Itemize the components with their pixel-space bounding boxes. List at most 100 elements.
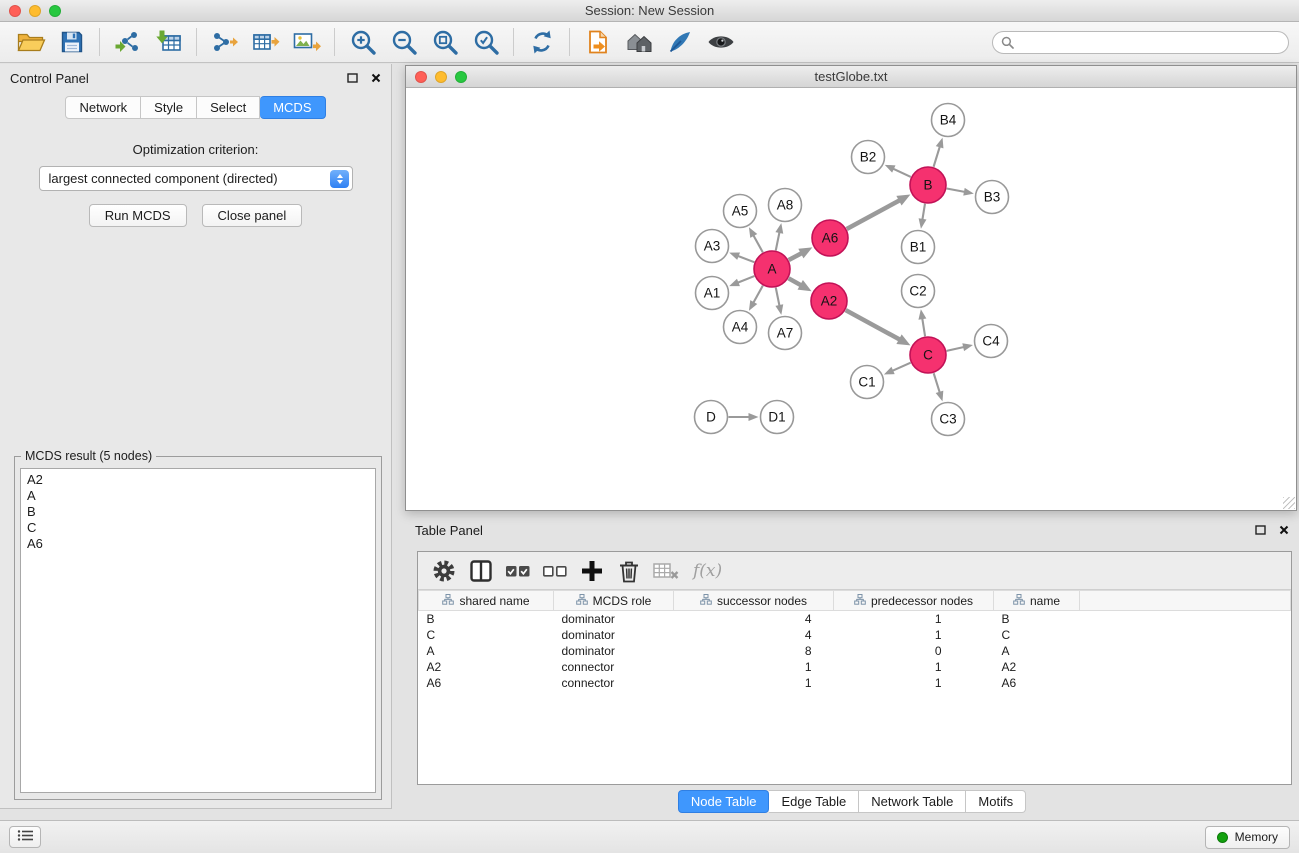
network-graph[interactable]: B4B2BB3A5A8A6B1A3AA1C2A2A4A7C4CC1C3DD1 [406,88,1296,510]
minimize-network-window-button[interactable] [435,71,447,83]
column-header-MCDS-role[interactable]: MCDS role [554,591,674,611]
close-panel-icon[interactable] [371,73,381,83]
search-input[interactable] [992,31,1289,54]
run-mcds-button[interactable]: Run MCDS [89,204,187,227]
import-network-icon[interactable] [107,25,148,59]
close-panel-button[interactable]: Close panel [202,204,303,227]
network-node-A8[interactable]: A8 [769,189,802,222]
memory-button[interactable]: Memory [1205,826,1290,849]
network-node-C4[interactable]: C4 [975,325,1008,358]
tab-network[interactable]: Network [65,96,141,119]
refresh-layout-icon[interactable] [521,25,562,59]
zoom-in-icon[interactable] [342,25,383,59]
optimization-criterion-dropdown[interactable]: largest connected component (directed) [39,166,353,191]
network-node-A5[interactable]: A5 [724,195,757,228]
close-network-window-button[interactable] [415,71,427,83]
tab-network-table[interactable]: Network Table [859,790,966,813]
export-image-icon[interactable] [286,25,327,59]
network-edge-C-C4[interactable] [947,347,966,351]
maximize-window-button[interactable] [49,5,61,17]
network-node-A3[interactable]: A3 [696,230,729,263]
table-row[interactable]: A2connector11A2 [419,659,1291,675]
export-network-icon[interactable] [204,25,245,59]
network-edge-B-B3[interactable] [947,189,966,193]
home-icon[interactable] [618,25,659,59]
table-row[interactable]: A6connector11A6 [419,675,1291,691]
delete-table-icon[interactable] [648,555,683,587]
network-node-A1[interactable]: A1 [696,277,729,310]
close-panel-icon[interactable] [1279,525,1289,535]
network-edge-A-A7[interactable] [776,288,780,307]
zoom-out-icon[interactable] [383,25,424,59]
table-row[interactable]: Cdominator41C [419,627,1291,643]
network-node-C2[interactable]: C2 [902,275,935,308]
column-header-name[interactable]: name [994,591,1080,611]
network-edge-B-B1[interactable] [922,204,925,221]
network-node-A6[interactable]: A6 [812,220,848,256]
close-window-button[interactable] [9,5,21,17]
columns-icon[interactable] [463,555,498,587]
network-edge-B-B2[interactable] [892,168,911,177]
network-edge-C-C3[interactable] [934,373,940,394]
table-row[interactable]: Adominator80A [419,643,1291,659]
mcds-result-item[interactable]: A6 [27,536,369,552]
network-node-B1[interactable]: B1 [902,231,935,264]
zoom-selected-icon[interactable] [465,25,506,59]
maximize-network-window-button[interactable] [455,71,467,83]
network-edge-A2-C[interactable] [846,310,901,340]
network-node-B2[interactable]: B2 [852,141,885,174]
network-edge-A-A8[interactable] [776,231,780,250]
tab-motifs[interactable]: Motifs [966,790,1026,813]
network-node-B3[interactable]: B3 [976,181,1009,214]
network-edge-A-A1[interactable] [737,276,755,283]
column-header-predecessor-nodes[interactable]: predecessor nodes [834,591,994,611]
network-node-B[interactable]: B [910,167,946,203]
import-table-icon[interactable] [148,25,189,59]
network-node-A4[interactable]: A4 [724,311,757,344]
network-edge-C-C2[interactable] [922,317,925,336]
network-node-B4[interactable]: B4 [932,104,965,137]
minimize-window-button[interactable] [29,5,41,17]
network-edge-A-A3[interactable] [737,255,755,262]
network-edge-C-C1[interactable] [891,363,910,372]
tab-edge-table[interactable]: Edge Table [769,790,859,813]
resize-grip[interactable] [1283,497,1295,509]
network-edge-A6-B[interactable] [847,200,901,229]
float-panel-icon[interactable] [347,73,358,83]
network-canvas[interactable]: B4B2BB3A5A8A6B1A3AA1C2A2A4A7C4CC1C3DD1 [406,88,1296,510]
column-header-successor-nodes[interactable]: successor nodes [674,591,834,611]
save-icon[interactable] [51,25,92,59]
select-all-icon[interactable] [500,555,535,587]
function-builder-button[interactable]: f(x) [693,561,722,581]
network-node-A2[interactable]: A2 [811,283,847,319]
export-table-icon[interactable] [245,25,286,59]
network-edge-A-A2[interactable] [789,278,802,286]
network-node-A[interactable]: A [754,251,790,287]
delete-icon[interactable] [611,555,646,587]
network-edge-A-A5[interactable] [753,234,763,252]
network-edge-A-A4[interactable] [753,286,763,304]
network-node-D[interactable]: D [695,401,728,434]
tab-node-table[interactable]: Node Table [678,790,770,813]
column-header-shared-name[interactable]: shared name [419,591,554,611]
mcds-result-item[interactable]: A [27,488,369,504]
zoom-fit-icon[interactable] [424,25,465,59]
tab-select[interactable]: Select [197,96,260,119]
table-row[interactable]: Bdominator41B [419,611,1291,627]
open-file-icon[interactable] [10,25,51,59]
console-menu-button[interactable] [9,826,41,848]
network-node-A7[interactable]: A7 [769,317,802,350]
network-node-C[interactable]: C [910,337,946,373]
mcds-result-item[interactable]: B [27,504,369,520]
tab-mcds[interactable]: MCDS [260,96,325,119]
network-edge-B-B4[interactable] [934,145,941,167]
mcds-result-item[interactable]: C [27,520,369,536]
gear-icon[interactable] [426,555,461,587]
report-icon[interactable] [577,25,618,59]
network-node-D1[interactable]: D1 [761,401,794,434]
network-node-C1[interactable]: C1 [851,366,884,399]
network-edge-A-A6[interactable] [789,253,803,260]
add-icon[interactable] [574,555,609,587]
float-panel-icon[interactable] [1255,525,1266,535]
tab-style[interactable]: Style [141,96,197,119]
